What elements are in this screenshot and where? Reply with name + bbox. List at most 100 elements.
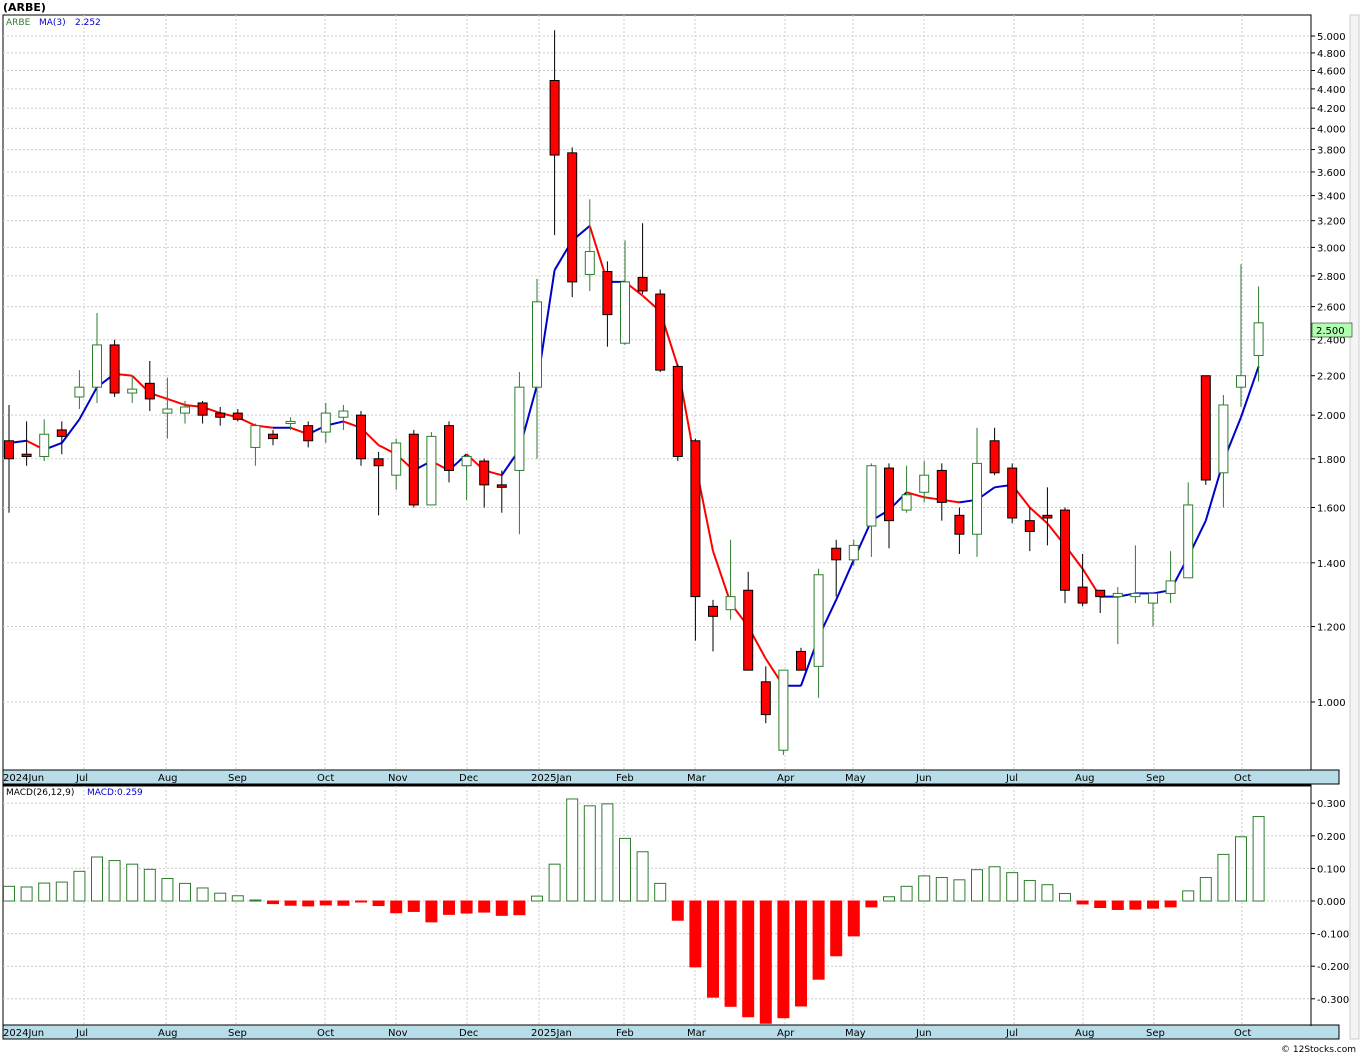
price-date-strip [2,769,1340,785]
candle-body [831,547,842,561]
candle [109,339,120,397]
macd-bar [443,900,455,915]
price-tick-label: 1.200 [1317,623,1346,634]
macd-bar [953,879,966,902]
macd-bar [495,900,508,916]
macd-bar [161,878,174,902]
macd-x-label: Feb [616,1028,634,1039]
macd-bar [1006,872,1019,902]
price-x-label: May [845,773,866,784]
macd-bar [302,900,315,907]
candle-body [444,425,454,471]
macd-bar [566,798,579,902]
macd-x-label: 2025Jan [531,1028,572,1039]
price-x-label: Jul [75,773,88,784]
macd-x-label: Sep [228,1028,247,1039]
candle-body [1042,514,1053,519]
macd-bar [1182,890,1195,902]
candle-body [109,344,120,394]
macd-bar [1235,836,1247,902]
candle-body [1148,592,1158,604]
macd-tick-label: -0.200 [1317,962,1349,973]
candle-body [584,251,595,275]
price-tick-label: 4.200 [1317,104,1346,115]
candle-body [655,293,666,371]
price-panel [2,14,1312,786]
candle-body [620,281,630,344]
legend-symbol: ARBE [6,18,31,28]
price-tick-label: 2.400 [1317,336,1346,347]
macd-tick-label: -0.300 [1317,995,1349,1006]
legend-macd-label: MACD(26,12,9) [6,788,74,798]
macd-x-label: Nov [388,1028,408,1039]
legend-ma-value: 2.252 [75,18,101,28]
macd-bar [478,900,491,913]
right-gutter [1349,14,1360,1040]
candle [655,289,666,372]
price-tick-label: 4.400 [1317,85,1346,96]
candle-body [514,386,525,471]
price-tick-label: 1.400 [1317,559,1346,570]
macd-bar [38,882,51,902]
price-tick-label: 2.600 [1317,303,1346,314]
candle-body [954,514,965,535]
macd-bar [372,900,385,907]
candle [778,669,789,755]
candle-body [672,365,683,457]
candle-body [320,412,331,433]
candle [567,147,578,298]
macd-bar [883,896,895,902]
price-tick-label: 4.600 [1317,67,1346,78]
candle-body [1077,586,1088,604]
candle-body [602,271,613,316]
candle-body [989,440,1000,474]
candle [1060,507,1070,604]
candle-body [708,605,718,617]
candle-body [303,425,314,442]
macd-bar [108,860,121,902]
candle-body [479,460,490,486]
macd-bar [231,895,244,902]
macd-bar [971,869,983,902]
macd-bar [548,863,561,902]
candle-body [56,429,67,437]
macd-bar [73,870,86,902]
macd-bar [196,887,209,902]
candle-body [180,406,190,414]
candle-body [356,414,366,460]
macd-bar [284,900,297,906]
candle [408,429,419,508]
macd-x-label: Aug [1075,1028,1095,1039]
price-x-label: Feb [616,773,634,784]
candle-body [1200,375,1211,481]
candle-body [4,440,14,460]
macd-bar [636,851,649,902]
macd-bar [1252,816,1265,902]
candle-body [426,435,437,506]
chart-title: (ARBE) [3,1,46,14]
price-tick-label: 2.800 [1317,272,1346,283]
candle-body [637,276,648,292]
price-x-label: Jun [915,773,932,784]
candle-body [1236,375,1246,388]
candle-body [215,412,226,418]
macd-bar [918,875,931,902]
macd-x-label: Jul [1005,1028,1018,1039]
candle-body [338,410,349,418]
candle-body [778,669,789,751]
price-tick-label: 4.800 [1317,49,1346,60]
candle-body [232,412,243,420]
macd-bar [1094,900,1107,909]
macd-bar [689,900,702,968]
macd-bar [1076,900,1089,905]
macd-bar [671,900,684,921]
macd-bar [355,900,367,903]
price-tick-label: 2.200 [1317,372,1346,383]
price-x-label: Oct [1234,773,1251,784]
candle-body [972,462,982,535]
candle-body [39,433,50,457]
last-price-label: 2.500 [1316,326,1345,337]
macd-bar [847,900,860,937]
macd-bar [812,900,825,980]
price-x-label: 2025Jan [531,773,572,784]
